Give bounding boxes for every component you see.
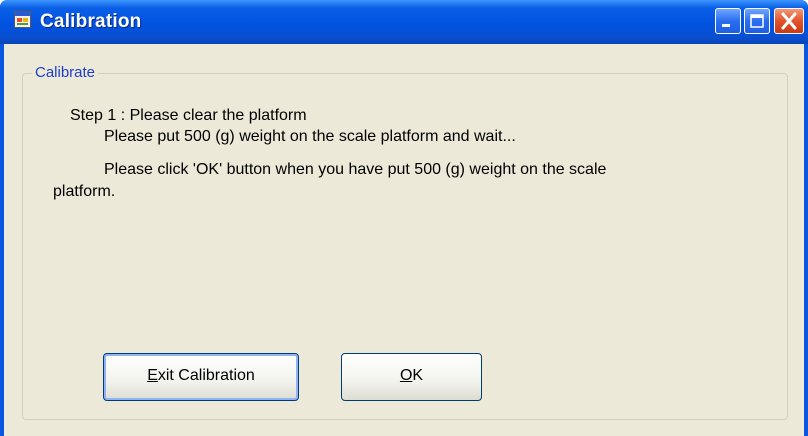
step-message: Step 1 : Please clear the platform (70, 107, 307, 124)
ok-button[interactable]: OK (341, 353, 482, 401)
ok-button-mnemonic: O (399, 367, 413, 384)
instruction-line-3: platform. (53, 183, 116, 200)
app-window-icon (14, 11, 31, 28)
title-bar[interactable]: Calibration (0, 0, 808, 44)
groupbox-title: Calibrate (32, 64, 99, 81)
exit-button-mnemonic: E (147, 367, 158, 384)
instruction-line-2: Please click 'OK' button when you have p… (104, 161, 607, 178)
window-title: Calibration (40, 11, 142, 32)
exit-calibration-button[interactable]: Exit Calibration (103, 353, 299, 401)
minimize-icon (722, 24, 730, 27)
close-button[interactable] (774, 8, 804, 34)
minimize-button[interactable] (715, 8, 741, 34)
exit-button-label: xit Calibration (157, 367, 255, 384)
calibration-window: Calibration Calibrate Step 1 : Please cl… (0, 0, 808, 436)
instruction-line-1: Please put 500 (g) weight on the scale p… (104, 128, 516, 145)
close-icon (781, 12, 797, 30)
maximize-button[interactable] (744, 8, 770, 34)
ok-button-label: K (412, 367, 424, 384)
maximize-icon (750, 14, 764, 28)
